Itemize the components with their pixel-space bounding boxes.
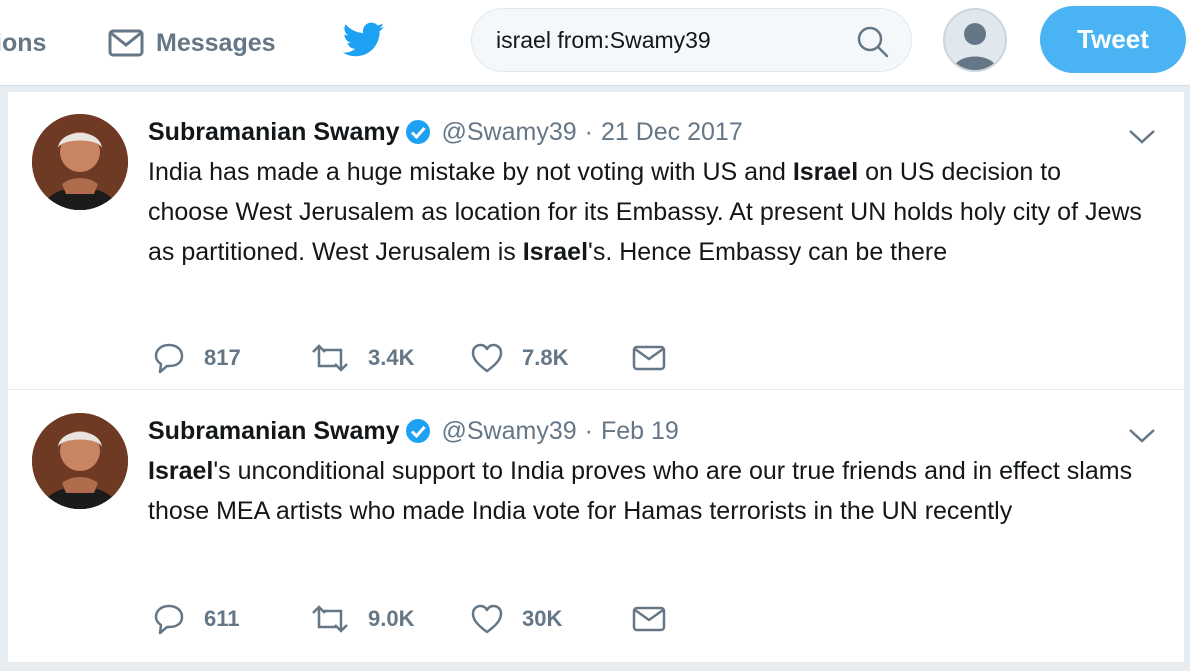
author-fullname[interactable]: Subramanian Swamy: [148, 118, 399, 147]
tweet-header: Subramanian Swamy @Swamy39 · 21 Dec 2017: [148, 116, 743, 148]
author-avatar[interactable]: [32, 413, 128, 509]
author-handle[interactable]: @Swamy39: [441, 417, 576, 446]
caret-down-icon[interactable]: [1128, 427, 1156, 445]
search-box[interactable]: [471, 8, 912, 72]
author-handle[interactable]: @Swamy39: [441, 118, 576, 147]
author-avatar[interactable]: [32, 114, 128, 210]
retweet-icon: [312, 605, 348, 633]
like-count: 7.8K: [522, 345, 569, 370]
envelope-icon: [108, 29, 144, 57]
retweet-icon: [312, 344, 348, 372]
retweet-action[interactable]: 3.4K: [310, 342, 470, 374]
like-count: 30K: [522, 606, 563, 631]
tweet-text-part: 's unconditional support to India proves…: [148, 457, 1133, 525]
search-input[interactable]: [496, 23, 846, 57]
retweet-action[interactable]: 9.0K: [310, 603, 470, 635]
tweet-text-highlight: Israel: [522, 238, 589, 266]
tweet-text-highlight: Israel: [148, 457, 214, 485]
tweet-actions: 817 3.4K 7.8K: [152, 338, 666, 378]
top-navigation-bar: ions Messages Tweet: [0, 0, 1190, 86]
twitter-bird-icon[interactable]: [342, 22, 385, 63]
reply-icon: [154, 604, 184, 635]
like-icon: [471, 604, 503, 634]
tweet-text: India has made a huge mistake by not vot…: [148, 152, 1148, 272]
separator-dot: ·: [584, 416, 593, 445]
like-action[interactable]: 7.8K: [470, 342, 632, 374]
like-action[interactable]: 30K: [470, 603, 632, 635]
tweet-actions: 611 9.0K 30K: [152, 599, 666, 639]
tweet-header: Subramanian Swamy @Swamy39 · Feb 19: [148, 415, 679, 447]
retweet-count: 9.0K: [368, 606, 415, 631]
tweet-timestamp[interactable]: Feb 19: [601, 417, 679, 446]
direct-message-action[interactable]: [632, 344, 666, 372]
reply-count: 611: [204, 606, 240, 631]
tweet-item[interactable]: Subramanian Swamy @Swamy39 · 21 Dec 2017…: [8, 92, 1184, 390]
nav-messages[interactable]: Messages: [108, 0, 276, 86]
nav-notifications-label: ions: [0, 28, 47, 57]
tweet-text-part: 's. Hence Embassy can be there: [588, 238, 948, 266]
search-icon[interactable]: [857, 26, 889, 58]
tweet-text-highlight: Israel: [792, 158, 859, 186]
verified-badge-icon: [406, 120, 431, 144]
direct-message-action[interactable]: [632, 605, 666, 633]
reply-icon: [154, 343, 184, 374]
tweet-button[interactable]: Tweet: [1040, 6, 1186, 73]
tweet-item[interactable]: Subramanian Swamy @Swamy39 · Feb 19 Isra…: [8, 391, 1184, 671]
like-icon: [471, 343, 503, 373]
reply-count: 817: [204, 345, 241, 370]
reply-action[interactable]: 817: [152, 342, 310, 374]
tweet-text-part: India has made a huge mistake by not vot…: [148, 158, 793, 186]
author-fullname[interactable]: Subramanian Swamy: [148, 417, 399, 446]
reply-action[interactable]: 611: [152, 603, 310, 635]
nav-notifications[interactable]: ions: [0, 0, 46, 86]
retweet-count: 3.4K: [368, 345, 415, 370]
tweet-text: Israel's unconditional support to India …: [148, 451, 1148, 531]
direct-message-icon: [632, 606, 666, 632]
separator-dot: ·: [584, 117, 593, 146]
profile-avatar[interactable]: [943, 8, 1007, 72]
verified-badge-icon: [406, 419, 431, 443]
caret-down-icon[interactable]: [1128, 128, 1156, 146]
tweet-timestamp[interactable]: 21 Dec 2017: [601, 118, 743, 147]
direct-message-icon: [632, 345, 666, 371]
tweet-stream: Subramanian Swamy @Swamy39 · 21 Dec 2017…: [8, 92, 1184, 662]
nav-messages-label: Messages: [156, 28, 276, 57]
